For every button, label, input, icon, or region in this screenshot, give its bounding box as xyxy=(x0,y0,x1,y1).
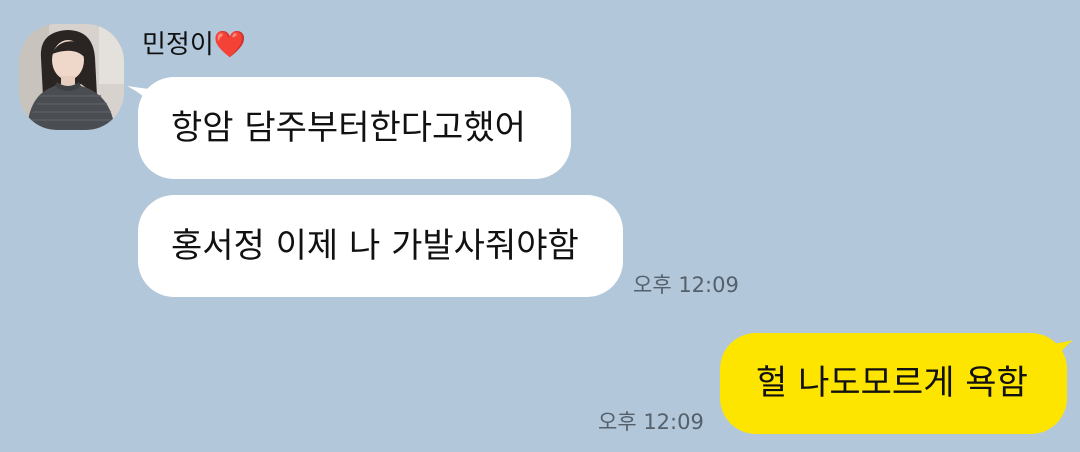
message-text: 헐 나도모르게 욕함 xyxy=(756,363,1028,403)
message-timestamp: 오후 12:09 xyxy=(598,410,704,434)
incoming-message-bubble[interactable]: 홍서정 이제 나 가발사줘야함 xyxy=(138,195,623,297)
avatar-photo xyxy=(19,24,124,130)
message-timestamp: 오후 12:09 xyxy=(633,273,739,297)
incoming-message-bubble[interactable]: 항암 담주부터한다고했어 xyxy=(138,77,571,179)
message-text: 항암 담주부터한다고했어 xyxy=(171,108,526,148)
sender-avatar[interactable] xyxy=(19,24,124,130)
message-text: 홍서정 이제 나 가발사줘야함 xyxy=(171,226,579,266)
outgoing-message-bubble[interactable]: 헐 나도모르게 욕함 xyxy=(720,333,1067,434)
sender-name: 민정이❤️ xyxy=(142,30,247,60)
